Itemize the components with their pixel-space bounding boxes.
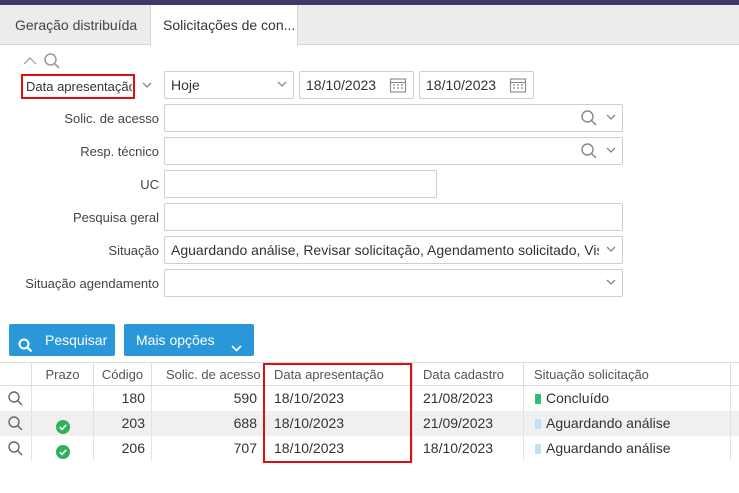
cell-codigo: 206: [93, 436, 151, 461]
search-icon[interactable]: [7, 390, 24, 407]
cell-extra: [730, 436, 739, 461]
column-header-data-apresentacao[interactable]: Data apresentação: [263, 363, 412, 386]
more-options-label: Mais opções: [136, 332, 215, 348]
status-indicator: [535, 419, 541, 429]
calendar-icon[interactable]: [509, 76, 527, 94]
collapse-icon[interactable]: [22, 54, 38, 68]
cell-codigo: 203: [93, 411, 151, 436]
situacao-agendamento-label: Situação agendamento: [25, 276, 159, 291]
uc-field[interactable]: [164, 170, 437, 198]
cell-prazo: [31, 386, 93, 411]
cell-solic-acesso: 688: [151, 411, 263, 436]
uc-label: UC: [140, 177, 159, 192]
date-from-field[interactable]: 18/10/2023: [299, 71, 414, 99]
search-icon[interactable]: [43, 52, 61, 70]
search-icon: [18, 332, 33, 353]
cell-data-cadastro: 21/08/2023: [412, 386, 523, 411]
cell-codigo: 180: [93, 386, 151, 411]
pesquisa-geral-field[interactable]: [164, 203, 623, 231]
tab-bar: Geração distribuída Solicitações de con.…: [0, 5, 739, 46]
situacao-label: Situação: [108, 243, 159, 258]
table-row[interactable]: 203 688 18/10/2023 21/09/2023 Aguardando aná…: [0, 411, 739, 436]
situacao-agendamento-select[interactable]: [164, 269, 623, 297]
search-icon[interactable]: [580, 109, 598, 127]
chevron-down-icon[interactable]: [605, 243, 617, 255]
cell-situacao: Aguardando análise: [523, 436, 730, 461]
status-text: Aguardando análise: [546, 440, 671, 456]
grid-header: Prazo Código Solic. de acesso Data apres…: [0, 362, 739, 386]
date-type-select[interactable]: Data apresentação: [21, 74, 135, 99]
date-from-value: 18/10/2023: [306, 77, 377, 93]
situacao-value: Aguardando análise, Revisar solicitação,…: [171, 242, 599, 258]
more-options-button[interactable]: Mais opções: [124, 324, 254, 356]
resp-tecnico-label: Resp. técnico: [80, 144, 159, 159]
date-to-value: 18/10/2023: [426, 77, 497, 93]
chevron-down-icon[interactable]: [605, 111, 617, 123]
tab-geracao-distribuida[interactable]: Geração distribuída: [3, 5, 149, 45]
search-button[interactable]: Pesquisar: [9, 324, 115, 356]
status-text: Aguardando análise: [546, 415, 671, 431]
resp-tecnico-field[interactable]: [164, 137, 623, 165]
chevron-down-icon: [230, 334, 243, 352]
calendar-icon[interactable]: [389, 76, 407, 94]
cell-prazo: [31, 411, 93, 436]
column-header-data-cadastro[interactable]: Data cadastro: [412, 363, 523, 386]
table-row[interactable]: 180 590 18/10/2023 21/08/2023 Concluído: [0, 386, 739, 411]
status-indicator: [535, 394, 541, 404]
cell-situacao: Aguardando análise: [523, 411, 730, 436]
column-header-solic-acesso[interactable]: Solic. de acesso: [151, 363, 263, 386]
chevron-down-icon[interactable]: [141, 79, 153, 91]
column-header-codigo[interactable]: Código: [93, 363, 151, 386]
cell-data-apresentacao: 18/10/2023: [263, 386, 412, 411]
check-circle-icon: [56, 417, 70, 434]
solic-acesso-field[interactable]: [164, 104, 623, 132]
status-text: Concluído: [546, 390, 610, 406]
cell-solic-acesso: 707: [151, 436, 263, 461]
cell-data-cadastro: 21/09/2023: [412, 411, 523, 436]
cell-data-apresentacao: 18/10/2023: [263, 411, 412, 436]
status-indicator: [535, 444, 541, 454]
column-header-extra: [730, 363, 739, 386]
cell-extra: [730, 386, 739, 411]
date-to-field[interactable]: 18/10/2023: [419, 71, 534, 99]
column-header-prazo[interactable]: Prazo: [31, 363, 93, 386]
chevron-down-icon[interactable]: [605, 144, 617, 156]
search-icon[interactable]: [7, 440, 24, 457]
cell-extra: [730, 411, 739, 436]
solic-acesso-label: Solic. de acesso: [64, 111, 159, 126]
table-row[interactable]: 206 707 18/10/2023 18/10/2023 Aguardando aná…: [0, 436, 739, 461]
period-value: Hoje: [171, 77, 200, 93]
date-type-value: Data apresentação: [26, 79, 132, 94]
chevron-down-icon: [276, 78, 288, 90]
situacao-select[interactable]: Aguardando análise, Revisar solicitação,…: [164, 236, 623, 264]
cell-data-cadastro: 18/10/2023: [412, 436, 523, 461]
search-icon[interactable]: [580, 142, 598, 160]
tab-solicitacoes[interactable]: Solicitações de con...: [150, 5, 298, 46]
cell-data-apresentacao: 18/10/2023: [263, 436, 412, 461]
check-circle-icon: [56, 442, 70, 459]
pesquisa-geral-label: Pesquisa geral: [73, 210, 159, 225]
column-header-situacao[interactable]: Situação solicitação: [523, 363, 730, 386]
period-select[interactable]: Hoje: [164, 71, 294, 99]
chevron-down-icon[interactable]: [605, 276, 617, 288]
search-button-label: Pesquisar: [45, 332, 108, 348]
cell-prazo: [31, 436, 93, 461]
cell-solic-acesso: 590: [151, 386, 263, 411]
search-icon[interactable]: [7, 415, 24, 432]
cell-situacao: Concluído: [523, 386, 730, 411]
